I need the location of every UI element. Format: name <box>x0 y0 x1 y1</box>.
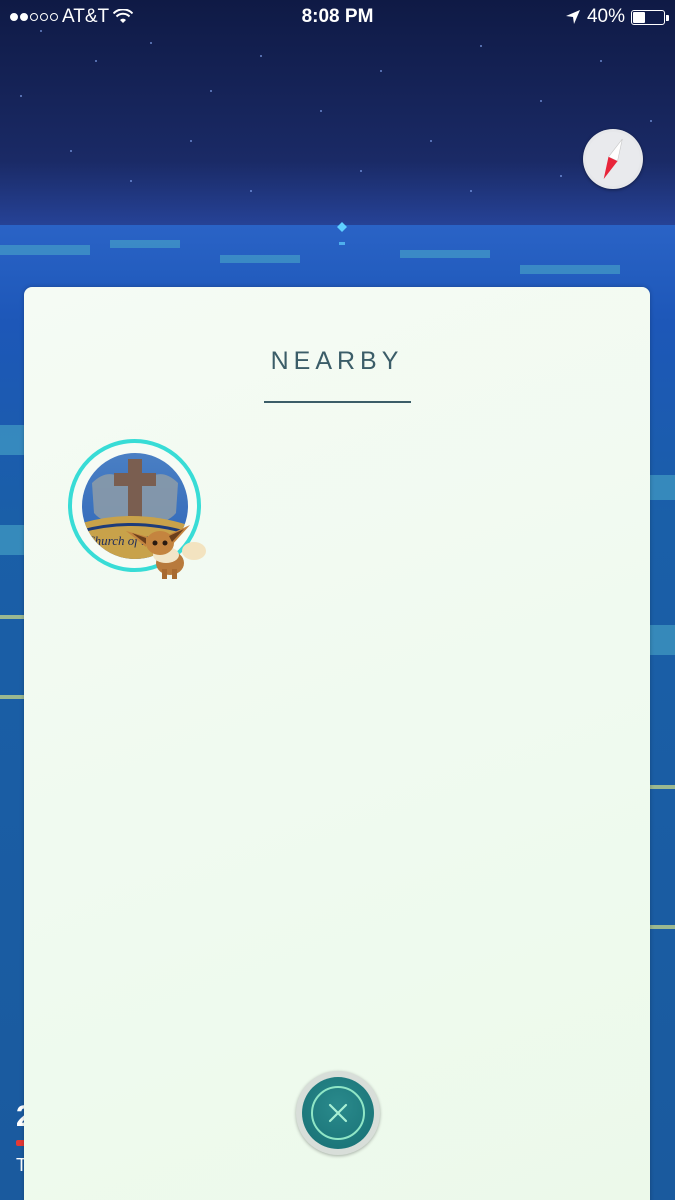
eevee-icon <box>126 525 206 579</box>
battery-icon <box>631 9 669 25</box>
compass-button[interactable] <box>583 129 643 189</box>
close-icon <box>328 1103 348 1123</box>
compass-icon <box>586 132 640 186</box>
location-arrow-icon <box>565 10 580 24</box>
nearby-panel: NEARBY Church of the W <box>24 287 650 1200</box>
player-location-marker <box>337 222 347 245</box>
battery-fill <box>633 11 645 23</box>
close-button[interactable] <box>296 1071 380 1155</box>
title-underline <box>264 401 411 403</box>
nearby-item[interactable]: Church of the W <box>66 437 208 582</box>
map-sky <box>0 0 675 230</box>
status-bar: AT&T 8:08 PM 40% <box>0 0 675 34</box>
close-button-face <box>302 1077 374 1149</box>
battery-percent: 40% <box>586 6 625 27</box>
panel-title: NEARBY <box>270 347 404 375</box>
